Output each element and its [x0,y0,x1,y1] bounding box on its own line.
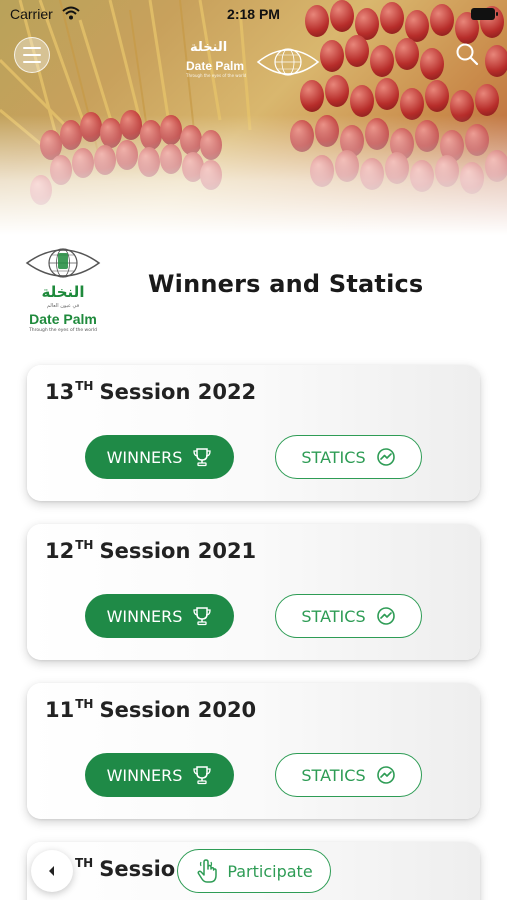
session-title: 13TH Session 2022 [45,379,256,404]
session-label: Session 2021 [99,539,257,563]
winners-button[interactable]: WINNERS [85,753,234,797]
participate-label: Participate [227,861,313,881]
session-title: 11TH Session 2020 [45,697,256,722]
battery-icon [471,8,498,20]
header-logo-brand: Date Palm [186,59,245,73]
logo-arabic-name: النخلة [41,283,85,301]
statics-label: STATICS [301,765,366,785]
winners-label: WINNERS [106,447,183,467]
eye-globe-icon [256,48,320,76]
statics-button[interactable]: STATICS [275,594,422,638]
winners-label: WINNERS [106,765,183,785]
trend-chart-icon [376,766,395,784]
trophy-icon [193,607,212,626]
statics-button[interactable]: STATICS [275,435,422,479]
statics-button[interactable]: STATICS [275,753,422,797]
logo-english-name: Date Palm [29,311,97,327]
session-ordinal: TH [75,379,94,393]
session-ordinal: TH [75,538,94,552]
session-title: 12TH Session 2021 [45,538,256,563]
date-palm-logo: النخلة في عيون العالم Date Palm Through … [24,243,102,335]
trend-chart-icon [376,607,395,625]
session-label: Sessio [99,857,176,881]
search-icon[interactable] [454,41,480,67]
header-logo[interactable]: النخلة Date Palm Through the eyes of the… [186,40,322,82]
logo-arabic-tagline: في عيون العالم [46,303,80,309]
status-time: 2:18 PM [227,6,280,22]
participate-button[interactable]: Participate [177,849,331,893]
session-card-2022: 13TH Session 2022 WINNERS STATICS [27,365,480,501]
session-number: 11 [45,698,75,722]
winners-button[interactable]: WINNERS [85,594,234,638]
trophy-icon [193,448,212,467]
hamburger-icon [23,47,41,49]
eye-globe-logo-icon [25,248,101,278]
status-bar: Carrier 2:18 PM [0,0,507,28]
hand-pointer-icon [197,859,218,883]
page-title: Winners and Statics [148,270,424,298]
statics-label: STATICS [301,447,366,467]
session-card-2021: 12TH Session 2021 WINNERS STATICS [27,524,480,660]
session-ordinal: TH [75,856,94,870]
session-label: Session 2022 [99,380,257,404]
session-label: Session 2020 [99,698,257,722]
hero-fade-overlay [0,115,507,235]
session-number: 13 [45,380,75,404]
chevron-left-icon [49,866,54,876]
back-button[interactable] [31,850,73,892]
header-logo-arabic: النخلة [190,40,228,55]
logo-english-tagline: Through the eyes of the world [29,328,97,333]
trophy-icon [193,766,212,785]
trend-chart-icon [376,448,395,466]
session-number: 12 [45,539,75,563]
session-card-2020: 11TH Session 2020 WINNERS STATICS [27,683,480,819]
statics-label: STATICS [301,606,366,626]
menu-button[interactable] [14,37,50,73]
header-logo-tagline: Through the eyes of the world [186,73,247,78]
session-ordinal: TH [75,697,94,711]
winners-label: WINNERS [106,606,183,626]
winners-button[interactable]: WINNERS [85,435,234,479]
hero-banner [0,0,507,235]
